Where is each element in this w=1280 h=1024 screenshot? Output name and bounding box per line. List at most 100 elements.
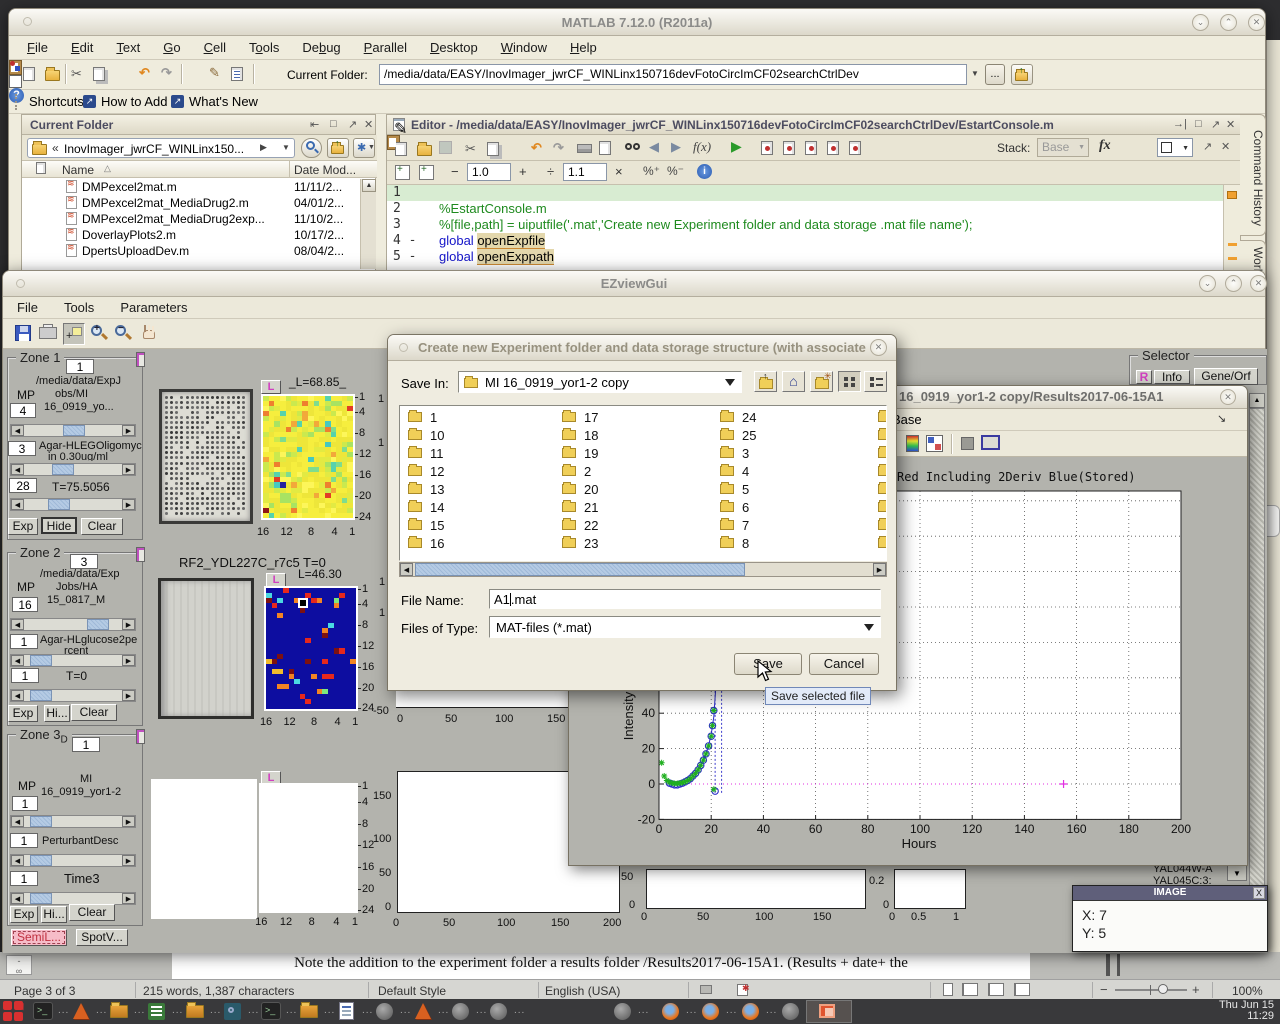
run-icon[interactable]: ▶: [731, 138, 742, 155]
slider-left-arrow-icon[interactable]: ◀: [11, 655, 24, 666]
redo-icon[interactable]: ↷: [161, 65, 172, 81]
shortcut-how-to-add[interactable]: How to Add: [101, 94, 168, 109]
breakpoint-icon[interactable]: [783, 141, 795, 155]
selector-gene-orf-button[interactable]: Gene/Orf: [1194, 368, 1258, 385]
slider-left-arrow-icon[interactable]: ◀: [11, 816, 24, 827]
maximize-panel-icon[interactable]: □: [330, 118, 337, 130]
folder-item[interactable]: 3: [742, 446, 749, 461]
file-row[interactable]: DMPexcel2mat_MediaDrug2exp...11/10/2...: [22, 211, 360, 227]
actions-gear-button[interactable]: ✱ ▼: [353, 138, 375, 158]
slider-right-arrow-icon[interactable]: ▶: [122, 464, 135, 475]
folder-item[interactable]: 20: [584, 482, 598, 497]
zoom-out-icon[interactable]: −: [115, 325, 133, 343]
breakpoint-icon[interactable]: [827, 141, 839, 155]
l-layout-button[interactable]: L: [266, 573, 286, 587]
slider-right-arrow-icon[interactable]: ▶: [122, 655, 135, 666]
toolbar-grip[interactable]: [15, 94, 19, 110]
folder-item[interactable]: 5: [742, 482, 749, 497]
value-input-2[interactable]: 1.1: [563, 163, 607, 181]
slider-thumb[interactable]: [48, 499, 70, 510]
current-folder-panel-header[interactable]: Current Folder ⇤ □ ↗ ✕: [22, 115, 375, 135]
folder-item[interactable]: 25: [742, 428, 756, 443]
value-input-1[interactable]: 1.0: [467, 163, 511, 181]
maximize-button[interactable]: ⌃: [1225, 275, 1242, 292]
slider-right-arrow-icon[interactable]: ▶: [122, 893, 135, 904]
current-folder-input[interactable]: /media/data/EASY/InovImager_jwrCF_WINLin…: [379, 64, 967, 85]
window-menu-icon[interactable]: [399, 343, 408, 352]
folder-item[interactable]: 12: [430, 464, 444, 479]
search-button[interactable]: [301, 138, 322, 158]
folder-item[interactable]: 17: [584, 410, 598, 425]
decrease-button[interactable]: −: [451, 164, 459, 179]
zone-slider[interactable]: ◀▶: [10, 463, 136, 476]
dialog-titlebar[interactable]: Create new Experiment folder and data st…: [388, 335, 896, 361]
open-folder-icon[interactable]: [417, 145, 432, 156]
slider-right-arrow-icon[interactable]: ▶: [122, 425, 135, 436]
breakpoint-icon[interactable]: [805, 141, 817, 155]
address-expand-arrow[interactable]: ▶: [260, 142, 267, 153]
book-view-icon[interactable]: [1014, 983, 1030, 996]
dropdown-arrow-icon[interactable]: ▼: [1182, 145, 1189, 152]
file-list-header[interactable]: Name △ Date Mod...: [22, 161, 377, 178]
browse-button[interactable]: ...: [985, 64, 1005, 85]
menu-tools[interactable]: Tools: [64, 300, 94, 318]
matlab-titlebar[interactable]: MATLAB 7.12.0 (R2011a) ⌄ ⌃ ✕: [9, 9, 1265, 36]
zone-hide-button[interactable]: Hide: [41, 517, 77, 534]
file-list-scrollbar[interactable]: ▲: [360, 179, 376, 269]
new-folder-button[interactable]: ✳: [810, 371, 833, 392]
folder-item[interactable]: 15: [430, 518, 444, 533]
up-folder-button[interactable]: ↑: [754, 371, 777, 392]
zoom-slider-track[interactable]: [1115, 989, 1187, 991]
l-layout-button[interactable]: L: [261, 380, 281, 394]
forward-icon[interactable]: ▶: [671, 139, 681, 155]
slider-thumb[interactable]: [30, 893, 52, 904]
menu-tools[interactable]: Tools: [249, 40, 279, 59]
undo-icon[interactable]: ↶: [139, 65, 150, 81]
folder-item[interactable]: 18: [584, 428, 598, 443]
increase-button[interactable]: +: [519, 164, 527, 179]
two-page-icon[interactable]: [988, 983, 1004, 996]
close-panel-icon[interactable]: ✕: [364, 118, 373, 131]
date-column-header[interactable]: Date Mod...: [294, 163, 356, 177]
time-index-input[interactable]: 28: [9, 478, 37, 493]
taskbar-item-folder[interactable]: [184, 999, 208, 1024]
media-index-input[interactable]: 1: [10, 833, 38, 848]
save-icon[interactable]: [15, 325, 31, 341]
bottom-plot-2[interactable]: [894, 869, 966, 909]
close-icon[interactable]: X: [1253, 887, 1265, 899]
scroll-up-icon[interactable]: ▲: [1249, 393, 1265, 408]
clock[interactable]: Thu Jun 15 11:29: [1219, 1000, 1274, 1022]
close-button[interactable]: ✕: [1220, 389, 1236, 405]
menu-cell[interactable]: Cell: [204, 40, 226, 59]
slider-left-arrow-icon[interactable]: ◀: [11, 464, 24, 475]
warning-tick[interactable]: [1228, 257, 1237, 260]
zone-slider[interactable]: ◀▶: [10, 854, 136, 867]
scroll-up-icon[interactable]: ▲: [362, 179, 376, 192]
maximize-panel-icon[interactable]: □: [1195, 118, 1202, 130]
selected-cell-marker[interactable]: [298, 598, 308, 608]
zone-number-input[interactable]: 1: [66, 359, 94, 374]
taskbar-item-firefox[interactable]: [700, 999, 724, 1024]
taskbar-item-calc[interactable]: [146, 999, 170, 1024]
list-view-button[interactable]: [864, 371, 887, 392]
warning-tick[interactable]: [1228, 243, 1237, 246]
breakpoint-icon[interactable]: [849, 141, 861, 155]
folder-item[interactable]: 7: [742, 518, 749, 533]
gene-dropdown-icon[interactable]: ▼: [1227, 865, 1247, 881]
bottom-plot-1[interactable]: [646, 869, 866, 909]
file-row[interactable]: DMPexcel2mat.m11/11/2...: [22, 179, 360, 195]
error-marker[interactable]: [1227, 191, 1237, 199]
folder-item[interactable]: 16: [430, 536, 444, 551]
file-row[interactable]: DpertsUploadDev.m08/04/2...: [22, 243, 360, 259]
selector-r-button[interactable]: R: [1136, 370, 1152, 384]
folder-item[interactable]: 23: [584, 536, 598, 551]
zoom-in-icon[interactable]: +: [1192, 982, 1200, 997]
app-launcher-icon[interactable]: [3, 1001, 27, 1022]
slider-left-arrow-icon[interactable]: ◀: [11, 425, 24, 436]
print-icon[interactable]: [577, 144, 592, 153]
menu-file[interactable]: File: [27, 40, 48, 59]
pan-hand-icon[interactable]: [141, 325, 157, 341]
editor-scroll-gutter[interactable]: [1223, 185, 1240, 283]
zoom-in-icon[interactable]: +: [91, 325, 109, 343]
menu-help[interactable]: Help: [570, 40, 597, 59]
